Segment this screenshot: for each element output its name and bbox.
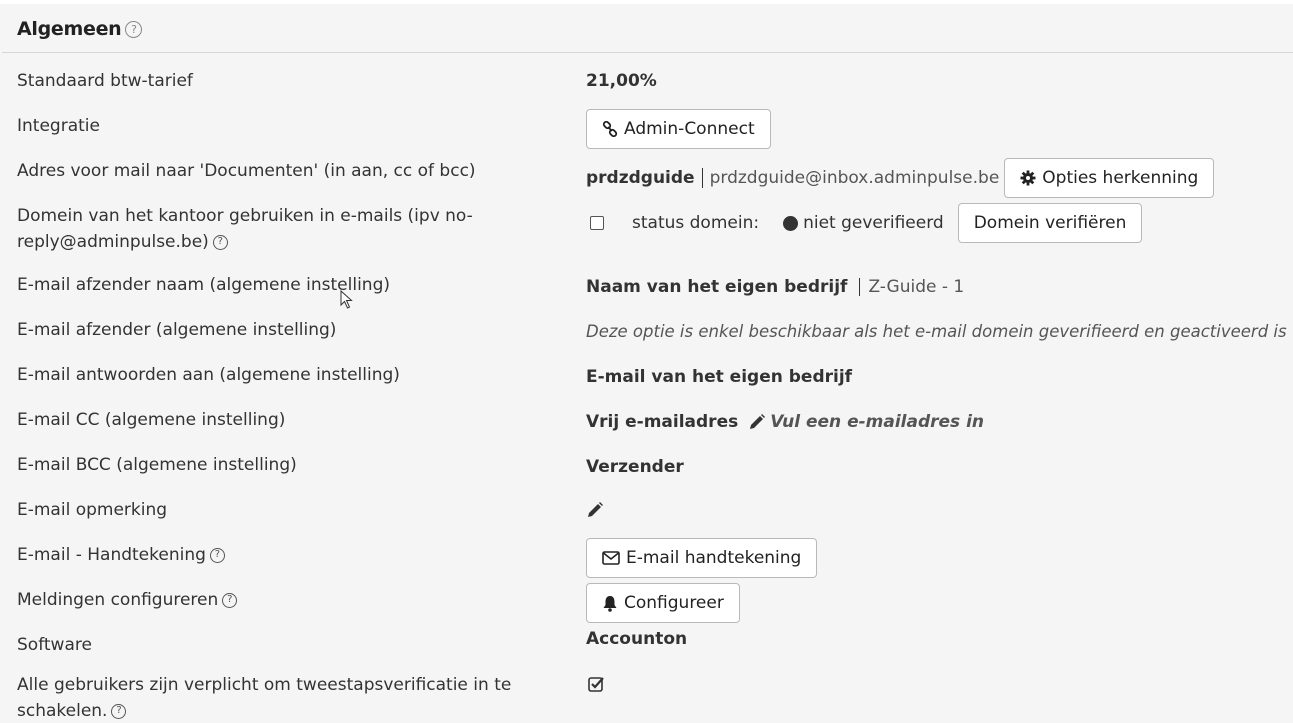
cc-value: Vrij e-mailadres (586, 412, 739, 432)
mouse-pointer-icon (340, 289, 354, 315)
afzender-naam-value: Naam van het eigen bedrijf (586, 277, 848, 297)
separator (701, 168, 703, 188)
antwoorden-value: E-mail van het eigen bedrijf (586, 367, 853, 387)
status-domein-label: status domein: (632, 213, 760, 233)
email-handtekening-label: E-mail handtekening (626, 548, 802, 568)
admin-connect-label: Admin-Connect (624, 119, 755, 139)
domein-label-text: Domein van het kantoor gebruiken in e-ma… (17, 206, 473, 252)
configureer-button[interactable]: Configureer (586, 583, 740, 623)
setting-label: E-mail - Handtekening? (17, 542, 477, 568)
mailbox-name: prdzdguide (586, 168, 695, 188)
pencil-icon (748, 413, 766, 431)
help-icon[interactable]: ? (222, 592, 238, 608)
gear-icon (1020, 170, 1036, 186)
setting-label: E-mail BCC (algemene instelling) (17, 455, 297, 475)
section-divider (2, 52, 1293, 53)
setting-label: Meldingen configureren? (17, 587, 477, 613)
software-value: Accounton (586, 629, 688, 649)
handtekening-label-text: E-mail - Handtekening (17, 545, 206, 565)
separator (859, 278, 861, 296)
afzender-value: Deze optie is enkel beschikbaar als het … (586, 322, 1287, 341)
status-dot-icon (783, 215, 799, 231)
setting-label: E-mail afzender naam (algemene instellin… (17, 275, 391, 295)
btw-value: 21,00% (586, 71, 657, 91)
setting-label: E-mail CC (algemene instelling) (17, 410, 286, 430)
opties-herkenning-label: Opties herkenning (1042, 168, 1199, 188)
status-domein-badge: niet geverifieerd (783, 213, 944, 233)
help-icon[interactable]: ? (209, 547, 225, 563)
setting-label: E-mail opmerking (17, 500, 168, 520)
tweestaps-checkbox[interactable] (588, 676, 605, 693)
opties-herkenning-button[interactable]: Opties herkenning (1004, 158, 1215, 198)
link-icon (602, 121, 618, 137)
setting-label: Software (17, 635, 92, 655)
setting-label: Integratie (17, 116, 100, 136)
opmerking-edit-button[interactable] (586, 501, 604, 519)
setting-label: Alle gebruikers zijn verplicht om tweest… (17, 672, 517, 723)
domein-checkbox[interactable] (590, 216, 604, 230)
cc-edit-link[interactable]: Vul een e-mailadres in (748, 411, 984, 433)
help-icon[interactable]: ? (125, 20, 143, 38)
cc-edit-label: Vul een e-mailadres in (770, 412, 985, 432)
setting-label: Domein van het kantoor gebruiken in e-ma… (17, 203, 477, 255)
section-title: Algemeen (17, 18, 122, 40)
setting-label: Adres voor mail naar 'Documenten' (in aa… (17, 161, 476, 181)
settings-panel: Algemeen ? Standaard btw-tarief 21,00% I… (0, 4, 1293, 723)
afzender-naam-detail: Z-Guide - 1 (868, 277, 965, 297)
setting-label: E-mail antwoorden aan (algemene instelli… (17, 365, 400, 385)
email-handtekening-button[interactable]: E-mail handtekening (586, 538, 818, 578)
help-icon[interactable]: ? (111, 703, 127, 719)
status-domein-value: niet geverifieerd (803, 213, 944, 233)
tweestaps-label-text: Alle gebruikers zijn verplicht om tweest… (17, 675, 512, 721)
configureer-label: Configureer (624, 593, 724, 613)
mailbox-address: prdzdguide@inbox.adminpulse.be (709, 168, 1000, 188)
checkbox-checked-icon (588, 676, 605, 693)
envelope-icon (602, 551, 620, 565)
setting-label: Standaard btw-tarief (17, 71, 193, 91)
bcc-value: Verzender (586, 457, 684, 477)
meldingen-label-text: Meldingen configureren (17, 590, 219, 610)
admin-connect-button[interactable]: Admin-Connect (586, 109, 771, 149)
domein-verifieren-label: Domein verifiëren (973, 213, 1127, 233)
pencil-icon (586, 501, 604, 519)
bell-icon (602, 595, 618, 612)
setting-label: E-mail afzender (algemene instelling) (17, 320, 337, 340)
help-icon[interactable]: ? (212, 234, 228, 250)
section-heading: Algemeen ? (17, 18, 143, 40)
domein-verifieren-button[interactable]: Domein verifiëren (957, 203, 1143, 243)
